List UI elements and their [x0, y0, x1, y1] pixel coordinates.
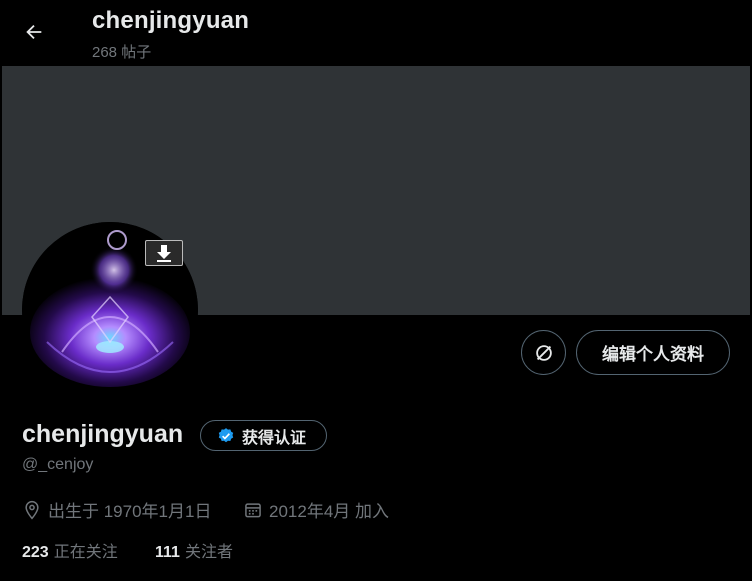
- followers-label: 关注者: [184, 544, 233, 561]
- display-name: chenjingyuan: [22, 420, 184, 448]
- arrow-left-icon: [26, 24, 42, 40]
- top-bar: chenjingyuan 268 帖子: [0, 0, 752, 66]
- post-count: 268 帖子: [92, 44, 152, 61]
- download-icon: [157, 245, 171, 262]
- calendar-icon: [245, 502, 261, 517]
- following-link[interactable]: 223 正在关注: [22, 538, 118, 562]
- verified-badge-icon: [218, 427, 234, 442]
- birth-info: 出生于 1970年1月1日: [22, 497, 211, 522]
- user-handle: @_cenjoy: [22, 456, 94, 473]
- join-date: 2012年4月 加入: [269, 502, 389, 521]
- followers-count: 111: [155, 544, 180, 561]
- location-pin-icon: [25, 500, 39, 519]
- following-label: 正在关注: [53, 544, 118, 561]
- followers-link[interactable]: 111 关注者: [155, 538, 233, 562]
- sync-toggle-button[interactable]: [521, 330, 566, 375]
- page-title: chenjingyuan: [92, 7, 250, 34]
- following-count: 223: [22, 544, 49, 561]
- join-info: 2012年4月 加入: [243, 497, 389, 522]
- get-verified-button[interactable]: 获得认证: [200, 420, 327, 451]
- birth-date: 出生于 1970年1月1日: [48, 502, 212, 521]
- verify-label: 获得认证: [242, 429, 307, 447]
- no-sync-icon: [535, 344, 552, 361]
- download-badge[interactable]: [145, 240, 183, 266]
- edit-profile-button[interactable]: 编辑个人资料: [576, 330, 730, 375]
- back-button[interactable]: [14, 12, 54, 52]
